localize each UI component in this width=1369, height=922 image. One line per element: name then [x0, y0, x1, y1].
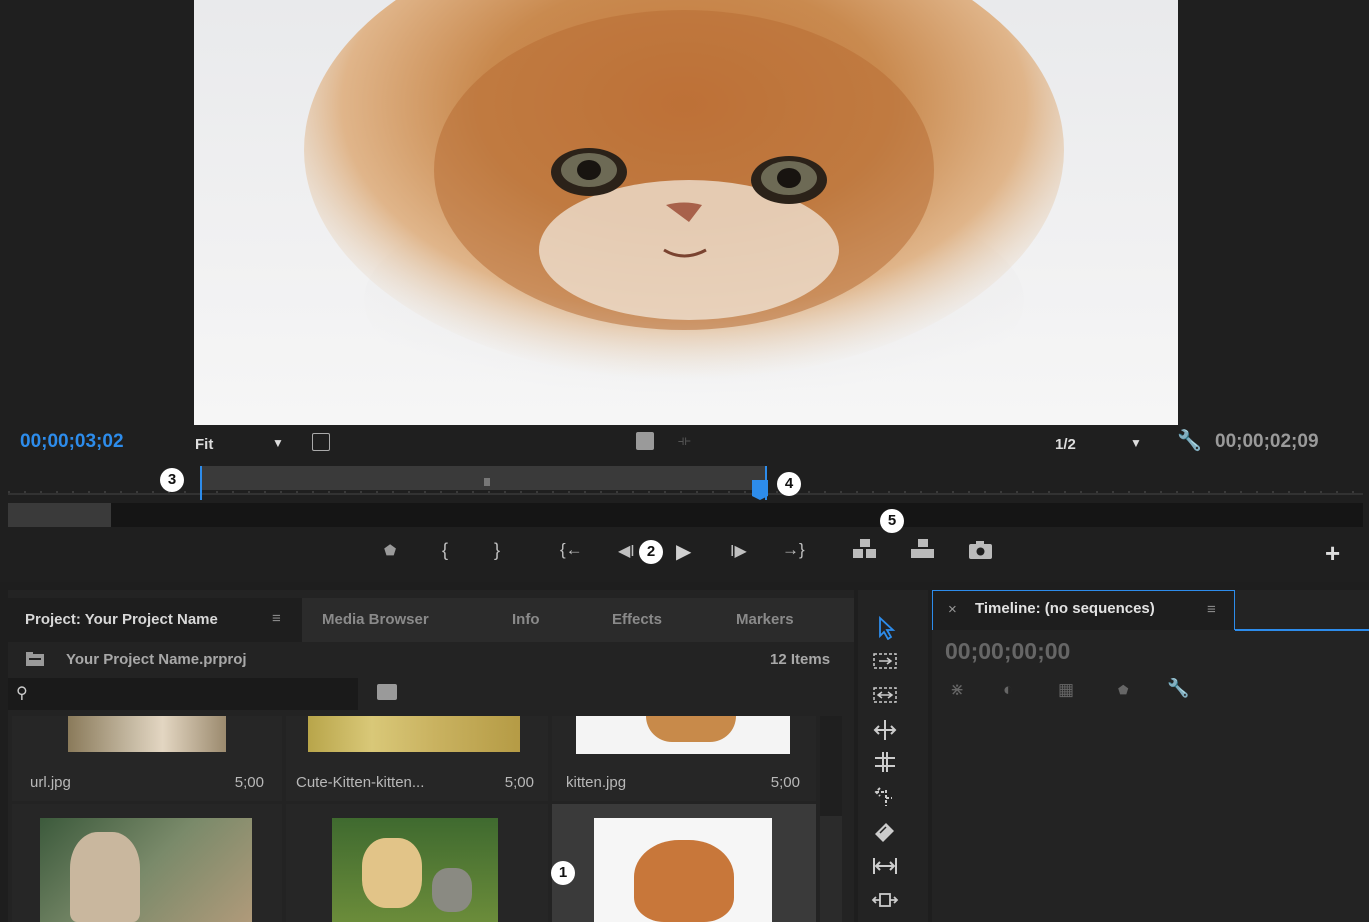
snap-icon[interactable]: ⋇: [950, 680, 964, 700]
go-to-in-icon[interactable]: {←: [560, 540, 583, 560]
add-button-icon[interactable]: +: [1325, 538, 1340, 569]
step-forward-icon[interactable]: I▶: [730, 541, 747, 561]
mark-out-icon[interactable]: }: [494, 540, 500, 561]
project-scrollbar[interactable]: [820, 716, 842, 922]
rolling-edit-tool-icon[interactable]: [870, 718, 900, 742]
resolution-value: 1/2: [1055, 436, 1076, 453]
add-marker-icon[interactable]: ▦: [1058, 680, 1074, 700]
item-name: kitten.jpg: [566, 774, 627, 791]
thumbnail-image: [594, 818, 772, 922]
callout-5: 5: [880, 509, 904, 533]
list-item[interactable]: [12, 804, 282, 922]
overwrite-icon[interactable]: [910, 538, 936, 560]
item-duration: 5;00: [770, 774, 800, 791]
slip-tool-icon[interactable]: [870, 818, 900, 842]
chevron-down-icon: ▼: [272, 436, 284, 450]
panel-menu-icon[interactable]: ≡: [272, 610, 281, 627]
marker-icon[interactable]: ⬟: [1118, 683, 1128, 697]
list-item-selected[interactable]: [552, 804, 816, 922]
kitten-video-image: [304, 0, 1064, 420]
mark-in-icon[interactable]: {: [442, 540, 448, 561]
play-icon[interactable]: ▶: [676, 539, 691, 564]
callout-1: 1: [551, 861, 575, 885]
timeline-settings-icon[interactable]: 🔧: [1167, 678, 1189, 699]
project-file-name: Your Project Name.prproj: [66, 651, 247, 668]
list-item[interactable]: [286, 804, 548, 922]
selection-tool-icon[interactable]: [870, 616, 900, 640]
new-bin-icon[interactable]: [377, 684, 397, 700]
video-frame: [194, 0, 1178, 425]
zoom-scrollbar[interactable]: [8, 503, 1363, 527]
tab-media-browser[interactable]: Media Browser: [322, 598, 429, 642]
chevron-down-icon: ▼: [1130, 436, 1142, 450]
sequence-duration-timecode: 00;00;02;09: [1215, 431, 1319, 452]
timeline-timecode[interactable]: 00;00;00;00: [945, 638, 1070, 665]
settings-icon[interactable]: [312, 433, 330, 451]
tab-effects[interactable]: Effects: [612, 598, 662, 642]
close-icon[interactable]: ×: [948, 601, 957, 618]
panel-menu-icon[interactable]: ≡: [1207, 601, 1216, 618]
tab-markers[interactable]: Markers: [736, 598, 794, 642]
callout-2: 2: [639, 540, 663, 564]
list-item[interactable]: url.jpg 5;00: [12, 716, 282, 801]
wrench-icon[interactable]: 🔧: [1177, 428, 1202, 453]
item-duration: 5;00: [504, 774, 534, 791]
item-name: Cute-Kitten-kitten...: [296, 774, 425, 791]
project-scrollbar-thumb[interactable]: [820, 716, 842, 816]
timeline-tab-label: Timeline: (no sequences): [975, 600, 1155, 617]
list-item[interactable]: Cute-Kitten-kitten... 5;00: [286, 716, 548, 801]
go-to-out-icon[interactable]: →}: [782, 540, 805, 560]
tab-info[interactable]: Info: [512, 598, 540, 642]
thumbnail-image: [40, 818, 252, 922]
ripple-edit-tool-icon[interactable]: [870, 684, 900, 708]
zoom-level-value: Fit: [195, 436, 214, 453]
timeline-underline: [1235, 629, 1369, 631]
safe-margins-icon[interactable]: [636, 432, 654, 450]
search-icon: ⚲: [16, 685, 28, 702]
export-frame-icon[interactable]: [968, 540, 994, 560]
tab-project-label: Project: Your Project Name: [25, 611, 218, 628]
list-item[interactable]: kitten.jpg 5;00: [552, 716, 816, 801]
resolution-select[interactable]: 1/2 ▼: [1055, 430, 1145, 458]
project-item-count: 12 Items: [770, 651, 831, 668]
pen-tool-icon[interactable]: [870, 888, 900, 912]
item-duration: 5;00: [234, 774, 264, 791]
rate-stretch-tool-icon[interactable]: [870, 750, 900, 774]
insert-icon[interactable]: [852, 538, 878, 560]
marker-icon[interactable]: ⬟: [384, 542, 396, 559]
zoom-scrollbar-handle[interactable]: [8, 503, 111, 527]
item-name: url.jpg: [30, 774, 71, 791]
thumbnail-image: [308, 716, 520, 752]
thumbnail-image: [332, 818, 498, 922]
search-field[interactable]: ⚲: [8, 678, 358, 710]
slide-tool-icon[interactable]: [870, 854, 900, 878]
folder-icon: [26, 652, 44, 666]
callout-4: 4: [777, 472, 801, 496]
step-back-icon[interactable]: ◀I: [618, 541, 635, 561]
program-monitor: 00;00;03;02 Fit ▼ ⟛ 1/2 ▼ 🔧 00;00;02;09 …: [0, 0, 1369, 582]
split-view-icon[interactable]: ⟛: [678, 432, 691, 449]
razor-tool-icon[interactable]: [870, 784, 900, 808]
linked-selection-icon[interactable]: ◐: [1003, 680, 1013, 700]
zoom-level-select[interactable]: Fit ▼: [195, 430, 285, 458]
track-select-tool-icon[interactable]: [870, 650, 900, 674]
playhead-timecode[interactable]: 00;00;03;02: [20, 431, 124, 453]
thumbnail-image: [68, 716, 226, 752]
thumbnail-image: [576, 716, 790, 754]
callout-3: 3: [160, 468, 184, 492]
time-ruler[interactable]: [8, 466, 1363, 502]
